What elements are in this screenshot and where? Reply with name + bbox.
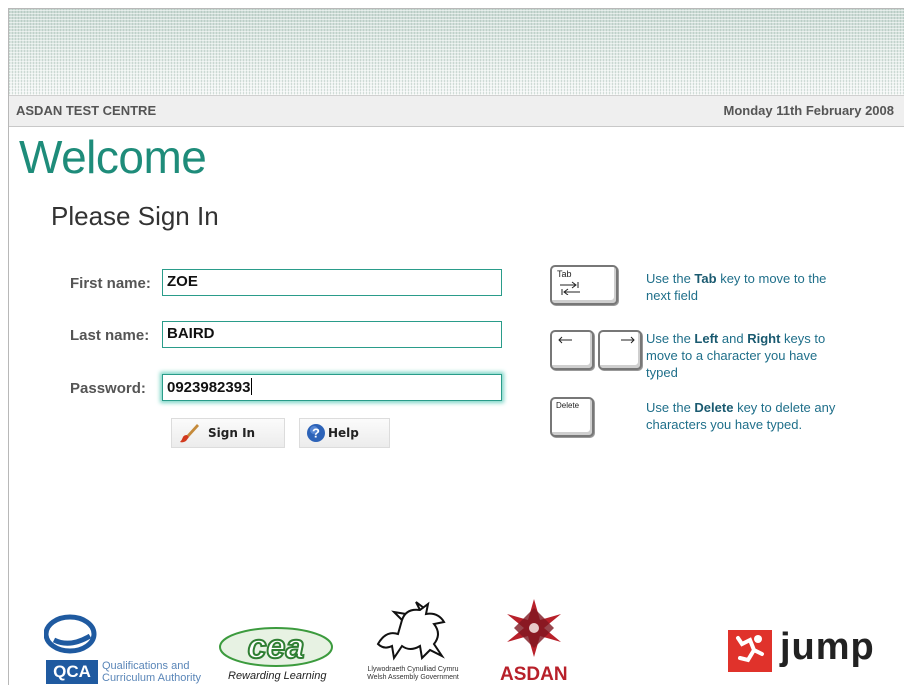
qca-logo: QCA Qualifications and Curriculum Author… — [44, 614, 204, 684]
qca-line1: Qualifications and — [102, 660, 190, 672]
tab-key-label: Tab — [557, 269, 572, 279]
last-name-value: BAIRD — [167, 325, 215, 342]
sign-in-button[interactable]: Sign In — [171, 418, 285, 448]
welsh-line2: Welsh Assembly Government — [367, 674, 459, 681]
left-arrow-key-icon — [550, 330, 594, 370]
current-date: Monday 11th February 2008 — [723, 103, 894, 118]
jump-logo: jump — [728, 626, 896, 674]
text-caret — [251, 378, 253, 395]
password-field[interactable]: 0923982393 — [162, 374, 502, 401]
welcome-heading: Welcome — [19, 131, 207, 183]
delete-hint: Use the Delete key to delete any charact… — [646, 400, 836, 432]
top-bar: ASDAN TEST CENTRE Monday 11th February 2… — [9, 95, 904, 127]
first-name-value: ZOE — [167, 273, 198, 290]
tab-key-icon: Tab — [550, 265, 618, 305]
star-icon — [507, 599, 561, 657]
right-arrow-key-icon — [598, 330, 642, 370]
jump-wordmark: jump — [780, 626, 875, 668]
first-name-field[interactable]: ZOE — [162, 269, 502, 296]
cea-logo: cea Rewarding Learning — [218, 626, 338, 684]
welsh-line1: Llywodraeth Cynulliad Cymru — [367, 666, 459, 673]
signin-title: Please Sign In — [51, 201, 219, 231]
first-name-label: First name: — [70, 275, 151, 292]
delete-key-label: Delete — [556, 401, 580, 410]
qca-line2: Curriculum Authority — [102, 672, 202, 684]
centre-name: ASDAN TEST CENTRE — [16, 103, 157, 118]
password-value: 0923982393 — [167, 379, 251, 396]
help-button[interactable]: ? Help — [299, 418, 390, 448]
help-label: Help — [328, 426, 359, 440]
cea-tagline: Rewarding Learning — [228, 670, 327, 682]
arrow-keys-hint: Use the Left and Right keys to move to a… — [646, 331, 826, 380]
header-banner — [9, 9, 904, 95]
dragon-icon — [376, 601, 446, 661]
sign-in-label: Sign In — [208, 426, 256, 440]
last-name-label: Last name: — [70, 327, 150, 344]
delete-key-icon: Delete — [550, 397, 594, 437]
paintbrush-icon — [180, 424, 199, 443]
qca-abbr: QCA — [46, 660, 98, 684]
cea-wordmark: cea — [248, 628, 305, 666]
help-icon: ? — [307, 424, 325, 442]
tab-hint: Use the Tab key to move to the next fiel… — [646, 271, 827, 303]
asdan-wordmark: ASDAN — [500, 664, 568, 685]
svg-text:?: ? — [312, 426, 320, 441]
welsh-assembly-logo: Llywodraeth Cynulliad Cymru Welsh Assemb… — [358, 600, 468, 684]
asdan-logo: ASDAN — [496, 598, 576, 685]
password-label: Password: — [70, 380, 146, 397]
jump-figure-icon — [728, 630, 772, 672]
last-name-field[interactable]: BAIRD — [162, 321, 502, 348]
